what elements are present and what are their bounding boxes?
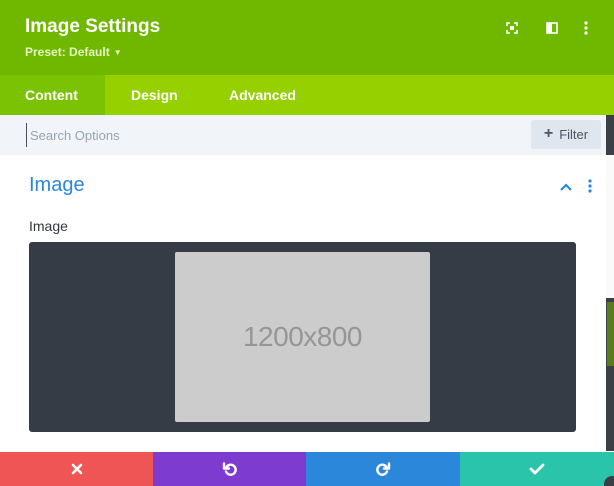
redo-icon [376, 462, 391, 476]
filter-label: Filter [559, 127, 589, 142]
modal-footer [0, 452, 614, 486]
caret-down-icon: ▼ [113, 47, 122, 57]
image-preview[interactable]: 1200x800 [175, 252, 430, 422]
check-icon [529, 463, 545, 475]
image-placeholder-text: 1200x800 [242, 321, 363, 352]
image-field-label: Image [29, 218, 68, 234]
save-button[interactable] [460, 452, 614, 486]
modal-title: Image Settings [25, 16, 161, 37]
undo-button[interactable] [153, 452, 306, 486]
section-title[interactable]: Image [29, 174, 85, 197]
search-input[interactable] [26, 123, 506, 147]
sidebar-toggle-icon[interactable] [542, 18, 562, 38]
filter-button[interactable]: + Filter [531, 120, 601, 149]
preset-label: Preset: Default [25, 45, 110, 59]
close-icon [71, 463, 82, 475]
modal-header: Image Settings Preset: Default ▼ [0, 0, 614, 75]
redo-button[interactable] [306, 452, 460, 486]
tab-bar: Content Design Advanced [0, 75, 614, 115]
scrollbar-thumb[interactable] [607, 302, 614, 366]
cancel-button[interactable] [0, 452, 153, 486]
undo-icon [222, 462, 237, 476]
chevron-up-icon[interactable] [557, 180, 575, 194]
plus-icon: + [543, 124, 554, 142]
more-vertical-icon[interactable] [576, 18, 596, 38]
preset-selector[interactable]: Preset: Default ▼ [25, 45, 122, 59]
tab-content[interactable]: Content [0, 75, 105, 115]
scrollbar-track[interactable] [606, 155, 614, 298]
search-bar [0, 115, 614, 155]
tab-advanced[interactable]: Advanced [204, 75, 324, 115]
section-more-icon[interactable] [583, 177, 597, 195]
image-settings-modal: Image Settings Preset: Default ▼ Content… [0, 0, 614, 486]
tab-design[interactable]: Design [105, 75, 204, 115]
fullscreen-icon[interactable] [502, 18, 522, 38]
corner-handle[interactable] [604, 476, 614, 486]
